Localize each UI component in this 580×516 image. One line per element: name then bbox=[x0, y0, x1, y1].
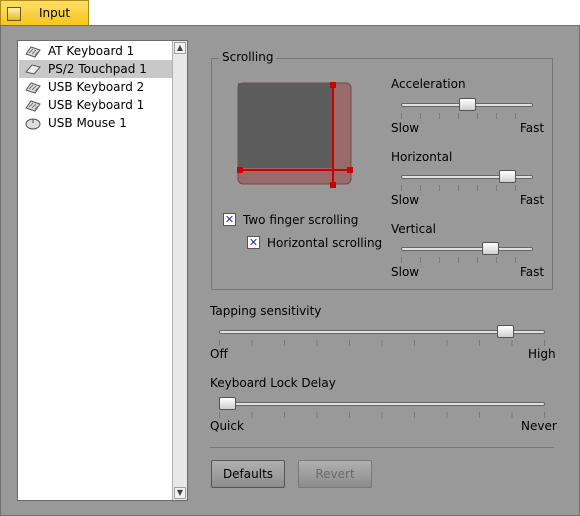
vertical-speed-slider-handle[interactable] bbox=[481, 242, 499, 255]
vertical-speed-label: Vertical bbox=[391, 222, 436, 236]
two-finger-scrolling-checkbox[interactable]: ✕ bbox=[223, 213, 236, 226]
horizontal-speed-label: Horizontal bbox=[391, 150, 453, 164]
horizontal-scrolling-label: Horizontal scrolling bbox=[267, 236, 383, 250]
acceleration-slider-handle[interactable] bbox=[458, 98, 476, 111]
touchpad-icon bbox=[25, 64, 41, 75]
keyboard-icon bbox=[25, 100, 41, 112]
acceleration-max-label: Fast bbox=[520, 121, 545, 135]
device-list[interactable]: AT Keyboard 1 PS/2 Touchpad 1 USB Keyboa… bbox=[17, 40, 188, 501]
keyboard-lock-delay-slider-handle[interactable] bbox=[219, 397, 236, 410]
input-preferences-window: AT Keyboard 1 PS/2 Touchpad 1 USB Keyboa… bbox=[0, 25, 580, 516]
device-list-scrollbar[interactable]: ▲ ▼ bbox=[172, 41, 187, 500]
acceleration-min-label: Slow bbox=[391, 121, 420, 135]
vertical-speed-min-label: Slow bbox=[391, 265, 420, 279]
list-item[interactable]: USB Keyboard 2 bbox=[19, 78, 172, 96]
horizontal-speed-ticks bbox=[401, 185, 534, 191]
two-finger-scrolling-label: Two finger scrolling bbox=[243, 213, 359, 227]
defaults-button[interactable]: Defaults bbox=[211, 460, 285, 488]
tapping-sensitivity-ticks bbox=[219, 340, 546, 346]
tapping-min-label: Off bbox=[210, 347, 228, 361]
horizontal-speed-min-label: Slow bbox=[391, 193, 420, 207]
keyboard-lock-delay-slider-track[interactable] bbox=[219, 402, 545, 406]
separator bbox=[210, 447, 554, 448]
horizontal-scrolling-checkbox[interactable]: ✕ bbox=[247, 236, 260, 249]
scroll-down-arrow-icon[interactable]: ▼ bbox=[174, 487, 186, 499]
mouse-icon bbox=[25, 118, 41, 130]
tab-label: Input bbox=[39, 6, 71, 20]
tapping-sensitivity-slider-track[interactable] bbox=[219, 330, 545, 334]
keyboard-icon bbox=[25, 82, 41, 94]
edge-handle bbox=[347, 167, 353, 173]
acceleration-label: Acceleration bbox=[391, 77, 466, 91]
horizontal-speed-max-label: Fast bbox=[520, 193, 545, 207]
tapping-sensitivity-label: Tapping sensitivity bbox=[210, 304, 322, 318]
tab-input[interactable]: Input bbox=[0, 0, 89, 26]
window-icon bbox=[7, 7, 21, 21]
keyboard-lock-delay-ticks bbox=[219, 412, 546, 418]
keyboard-icon bbox=[25, 46, 41, 58]
vertical-speed-max-label: Fast bbox=[520, 265, 545, 279]
acceleration-ticks bbox=[401, 113, 534, 119]
edge-handle bbox=[330, 82, 336, 88]
revert-button[interactable]: Revert bbox=[298, 460, 372, 488]
scroll-up-arrow-icon[interactable]: ▲ bbox=[174, 42, 186, 54]
list-item[interactable]: USB Keyboard 1 bbox=[19, 96, 172, 114]
list-item[interactable]: PS/2 Touchpad 1 bbox=[19, 60, 172, 78]
tapping-sensitivity-slider-handle[interactable] bbox=[497, 325, 515, 338]
tapping-max-label: High bbox=[528, 347, 556, 361]
edge-handle bbox=[237, 167, 243, 173]
scrolling-group-title: Scrolling bbox=[219, 50, 277, 64]
edge-handle bbox=[330, 182, 336, 188]
keyboard-lock-delay-label: Keyboard Lock Delay bbox=[210, 376, 336, 390]
keylock-min-label: Quick bbox=[210, 419, 244, 433]
keylock-max-label: Never bbox=[521, 419, 557, 433]
list-item[interactable]: AT Keyboard 1 bbox=[19, 42, 172, 60]
touchpad-scroll-area[interactable] bbox=[233, 80, 359, 192]
horizontal-speed-slider-handle[interactable] bbox=[498, 170, 516, 183]
list-item[interactable]: USB Mouse 1 bbox=[19, 114, 172, 132]
vertical-speed-ticks bbox=[401, 257, 534, 263]
vertical-speed-slider-track[interactable] bbox=[401, 247, 533, 251]
